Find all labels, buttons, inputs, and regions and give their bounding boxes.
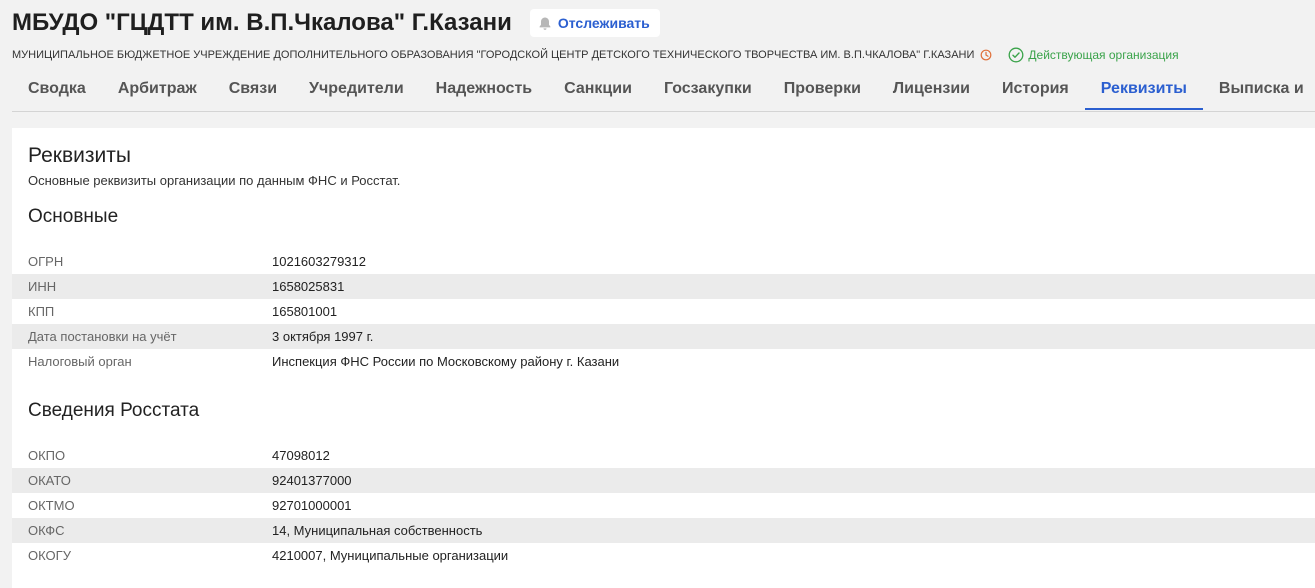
page-title: МБУДО "ГЦДТТ им. В.П.Чкалова" Г.Казани bbox=[12, 9, 512, 36]
table-row: ОКТМО 92701000001 bbox=[12, 493, 1315, 518]
tab-7[interactable]: Проверки bbox=[768, 70, 877, 110]
row-value: 92701000001 bbox=[272, 498, 352, 513]
row-label: Налоговый орган bbox=[28, 354, 132, 369]
tab-0[interactable]: Сводка bbox=[12, 70, 102, 110]
row-label: ОКПО bbox=[28, 448, 66, 463]
row-value: 14, Муниципальная собственность bbox=[272, 523, 483, 538]
follow-button[interactable]: Отслеживать bbox=[529, 9, 660, 37]
clock-icon bbox=[980, 49, 992, 61]
tab-8[interactable]: Лицензии bbox=[877, 70, 986, 110]
status-badge: Действующая организация bbox=[1008, 47, 1179, 63]
page-header: МБУДО "ГЦДТТ им. В.П.Чкалова" Г.Казани О… bbox=[0, 0, 1315, 128]
tab-bar: Сводка Арбитраж Связи Учредители Надежность С… bbox=[12, 70, 1315, 112]
row-value: 165801001 bbox=[272, 304, 338, 319]
table-row: Налоговый орган Инспекция ФНС России по М… bbox=[12, 349, 1315, 374]
status-text: Действующая организация bbox=[1028, 48, 1179, 62]
tab-10[interactable]: Реквизиты bbox=[1084, 70, 1203, 110]
tab-9[interactable]: История bbox=[986, 70, 1085, 110]
tab-6[interactable]: Госзакупки bbox=[648, 70, 768, 110]
main-requisites-table: ОГРН 1021603279312 ИНН 1658025831 КПП 1658010… bbox=[12, 249, 1315, 374]
table-row: КПП 165801001 bbox=[12, 299, 1315, 324]
row-label: ИНН bbox=[28, 279, 57, 294]
follow-button-label: Отслеживать bbox=[557, 15, 650, 31]
section-title-rosstat: Сведения Росстата bbox=[28, 400, 200, 421]
requisites-card: Реквизиты Основные реквизиты организации… bbox=[12, 128, 1315, 588]
row-value: 1021603279312 bbox=[272, 254, 366, 269]
tab-2[interactable]: Связи bbox=[213, 70, 293, 110]
table-row: Дата постановки на учёт 3 октября 1997 г. bbox=[12, 324, 1315, 349]
row-value: 47098012 bbox=[272, 448, 330, 463]
row-label: Дата постановки на учёт bbox=[28, 329, 177, 344]
check-circle-icon bbox=[1008, 47, 1024, 63]
row-label: ОКФС bbox=[28, 523, 65, 538]
row-label: КПП bbox=[28, 304, 55, 319]
table-row: ИНН 1658025831 bbox=[12, 274, 1315, 299]
tab-3[interactable]: Учредители bbox=[293, 70, 420, 110]
row-label: ОГРН bbox=[28, 254, 64, 269]
table-row: ОКПО 47098012 bbox=[12, 443, 1315, 468]
tab-1[interactable]: Арбитраж bbox=[102, 70, 213, 110]
table-row: ОКФС 14, Муниципальная собственность bbox=[12, 518, 1315, 543]
row-value: Инспекция ФНС России по Московскому райо… bbox=[272, 354, 620, 369]
row-value: 1658025831 bbox=[272, 279, 345, 294]
table-row: ОГРН 1021603279312 bbox=[12, 249, 1315, 274]
section-title-main: Основные bbox=[28, 206, 119, 227]
tab-11[interactable]: Выписка и bbox=[1203, 70, 1315, 110]
table-row: ОКАТО 92401377000 bbox=[12, 468, 1315, 493]
table-row: ОКОГУ 4210007, Муниципальные организации bbox=[12, 543, 1315, 568]
row-value: 92401377000 bbox=[272, 473, 352, 488]
subtitle-row: МУНИЦИПАЛЬНОЕ БЮДЖЕТНОЕ УЧРЕЖДЕНИЕ ДОПОЛ… bbox=[12, 46, 1179, 64]
row-label: ОКАТО bbox=[28, 473, 71, 488]
tab-5[interactable]: Санкции bbox=[548, 70, 648, 110]
card-title: Реквизиты bbox=[28, 144, 131, 167]
row-value: 3 октября 1997 г. bbox=[272, 329, 374, 344]
rosstat-table: ОКПО 47098012 ОКАТО 92401377000 ОКТМО 9270100… bbox=[12, 443, 1315, 568]
bell-icon bbox=[539, 17, 551, 30]
full-org-name: МУНИЦИПАЛЬНОЕ БЮДЖЕТНОЕ УЧРЕЖДЕНИЕ ДОПОЛ… bbox=[12, 49, 975, 61]
card-description: Основные реквизиты организации по данным… bbox=[28, 173, 401, 188]
row-label: ОКОГУ bbox=[28, 548, 71, 563]
row-label: ОКТМО bbox=[28, 498, 75, 513]
title-row: МБУДО "ГЦДТТ им. В.П.Чкалова" Г.Казани О… bbox=[12, 8, 660, 38]
row-value: 4210007, Муниципальные организации bbox=[272, 548, 509, 563]
tab-4[interactable]: Надежность bbox=[420, 70, 548, 110]
